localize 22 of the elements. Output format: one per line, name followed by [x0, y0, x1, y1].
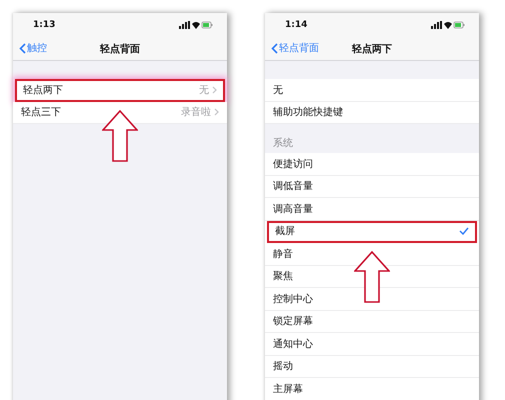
- back-chevron-icon: [19, 42, 26, 54]
- settings-row[interactable]: 轻点两下 无: [15, 79, 225, 102]
- up-arrow-annotation: [102, 110, 138, 162]
- status-time: 1:13: [33, 20, 56, 30]
- row-value: 无: [199, 84, 209, 97]
- settings-row[interactable]: 辅助功能快捷键: [265, 102, 479, 124]
- status-time: 1:14: [285, 20, 308, 30]
- status-icons: [179, 21, 213, 29]
- settings-row[interactable]: 调低音量: [265, 176, 479, 198]
- status-icons: [431, 21, 465, 29]
- settings-row[interactable]: 截屏: [267, 220, 477, 243]
- back-chevron-icon: [271, 42, 278, 54]
- chevron-icon: [212, 86, 217, 94]
- settings-row[interactable]: 摇动: [265, 356, 479, 378]
- up-arrow-annotation: [354, 251, 390, 303]
- nav-title: 轻点两下: [352, 42, 392, 56]
- row-value: 录音啦: [181, 106, 211, 120]
- nav-title: 轻点背面: [100, 42, 140, 56]
- chevron-icon: [214, 108, 219, 116]
- section-header: 系统: [273, 136, 293, 150]
- back-button[interactable]: 触控: [17, 41, 49, 55]
- back-button[interactable]: 轻点背面: [269, 41, 321, 55]
